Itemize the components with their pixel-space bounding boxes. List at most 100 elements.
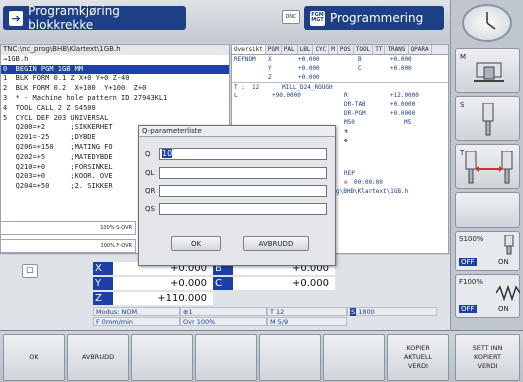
f-off-toggle[interactable]: OFF: [459, 305, 477, 313]
status-row-l: L +90.0000 R +12.0000: [232, 91, 448, 100]
ql-input[interactable]: [159, 167, 327, 179]
drtab-value: +0.0000: [390, 101, 416, 108]
softkey-empty-5[interactable]: [259, 334, 321, 381]
dialog-ok-button[interactable]: OK: [171, 236, 221, 251]
status-tab[interactable]: LBL: [298, 45, 314, 54]
m-function-softkey[interactable]: M: [455, 48, 520, 93]
status-tab[interactable]: PAL: [282, 45, 298, 54]
z-label: Z: [268, 74, 272, 81]
status-tab[interactable]: PGM: [266, 45, 282, 54]
program-line[interactable]: 5 CYCL DEF 203 UNIVERSAL: [1, 114, 229, 124]
tool-number-field: ⊕1: [180, 307, 267, 316]
spindle-small-icon: [504, 235, 514, 255]
status-row-y: Y +0.000 C +0.000: [232, 64, 448, 73]
status-tab[interactable]: CYC: [313, 45, 330, 54]
timer-value: 00:00:00: [354, 179, 383, 186]
status-row-drpgm: DR-PGM +0.0000: [232, 109, 448, 118]
qs-input[interactable]: [159, 203, 327, 215]
m50-label: M50: [344, 119, 355, 126]
softkey-paste-value[interactable]: SETT INN KOPIERT VERDI: [455, 334, 520, 381]
status-row-x: REFNOM X +0.000 B +0.000: [232, 55, 448, 64]
softkey-empty-3[interactable]: [131, 334, 193, 381]
status-tab[interactable]: QPARA: [409, 45, 432, 54]
status-tab[interactable]: Oversikt: [232, 45, 266, 54]
q-input[interactable]: 10: [159, 148, 327, 160]
softkey-empty-4[interactable]: [195, 334, 257, 381]
f-ovr-label: 100% F-OVR: [100, 243, 132, 249]
l-label: L: [234, 92, 238, 99]
status-row-z: Z +0.000: [232, 73, 448, 82]
feed-wave-icon: [496, 285, 520, 301]
s-on-toggle[interactable]: ON: [498, 258, 509, 266]
r-label: R: [344, 92, 348, 99]
mode-execution-button[interactable]: ➔ Programkjøring blokkrekke: [3, 4, 186, 32]
program-line[interactable]: 0 BEGIN PGM 1GB MM: [1, 64, 229, 75]
m-label: M: [460, 53, 467, 61]
clock-hands: [486, 12, 496, 30]
dialog-cancel-button[interactable]: AVBRUDD: [243, 236, 309, 251]
qr-input[interactable]: [159, 185, 327, 197]
status-tab[interactable]: TT: [373, 45, 386, 54]
q-parameter-dialog: Q-parameterliste Q 10 QL QR QS OK AVBRUD…: [138, 125, 336, 266]
program-line[interactable]: 3 * - Machine hole pattern ID 27943KL1: [1, 94, 229, 104]
feed-override-panel[interactable]: F100% OFF ON: [455, 274, 520, 318]
l-value: +90.0000: [272, 92, 301, 99]
s-function-softkey[interactable]: S: [455, 96, 520, 141]
t-function-softkey[interactable]: T: [455, 144, 520, 189]
position-display: ▢ X +0.000 B +0.000 Y +0.000 C +0.000 Z …: [0, 255, 450, 330]
s-ovr-bar: 100% S-OVR: [0, 221, 136, 235]
spindle-override-panel[interactable]: S100% OFF ON: [455, 231, 520, 271]
r-value: +12.0000: [390, 92, 419, 99]
t-field: T 12: [267, 307, 347, 316]
softkey-empty-6[interactable]: [323, 334, 385, 381]
program-line[interactable]: 1 BLK FORM 0.1 Z X+0 Y+0 Z-40: [1, 74, 229, 84]
b-value: +0.000: [390, 56, 412, 63]
m5-label: M5: [404, 119, 412, 126]
status-row-drtab: DR-TAB +0.0000: [232, 100, 448, 109]
softkey-bar: OK AVBRUDD KOPIER AKTUELL VERDI SETT INN…: [0, 330, 523, 382]
feed-field: F 0mm/min: [93, 317, 180, 326]
y-label: Y: [268, 65, 272, 72]
s-ovr-label: 100% S-OVR: [100, 225, 132, 231]
program-line[interactable]: 4 TOOL CALL 2 Z S4500: [1, 104, 229, 114]
axis-c-label: C: [213, 277, 233, 290]
status-tab[interactable]: TRANS: [385, 45, 409, 54]
axis-z-label: Z: [93, 292, 113, 305]
x-label: X: [268, 56, 272, 63]
f-on-toggle[interactable]: ON: [498, 305, 509, 313]
machine-icon: [474, 62, 504, 82]
ovr-field: Ovr 100%: [180, 317, 267, 326]
dnc-icon[interactable]: DNC: [282, 10, 300, 24]
spindle-icon: [482, 103, 494, 136]
axis-y-label: Y: [93, 277, 113, 290]
y-value: +0.000: [298, 65, 320, 72]
right-softkey-panel: M S T S100% OFF ON F100% OFF ON: [450, 0, 523, 330]
m-field: M 5/9: [267, 317, 347, 326]
window-toggle-icon[interactable]: ▢: [22, 264, 38, 278]
dnc-label: DNC: [285, 14, 297, 20]
c-label: C: [358, 65, 362, 72]
status-tab[interactable]: M: [329, 45, 338, 54]
program-line[interactable]: →1GB.h: [1, 55, 229, 65]
q-input-value: 10: [162, 149, 173, 158]
program-line[interactable]: 2 BLK FORM 0.2 X+100 Y+100 Z+0: [1, 84, 229, 94]
status-tab[interactable]: TOOL: [354, 45, 374, 54]
softkey-copy-value[interactable]: KOPIER AKTUELL VERDI: [387, 334, 449, 381]
f-ovr-bar: 100% F-OVR: [0, 239, 136, 253]
empty-softkey[interactable]: [455, 192, 520, 228]
axis-x-label: X: [93, 262, 113, 275]
softkey-ok[interactable]: OK: [3, 334, 65, 381]
ql-label: QL: [145, 169, 155, 177]
s-value: 1800: [358, 308, 375, 316]
programming-mode-icon: FGM MGT: [310, 10, 325, 26]
modus-field: Modus: NOM.: [93, 307, 180, 316]
clock-icon: [462, 4, 512, 42]
softkey-cancel[interactable]: AVBRUDD: [67, 334, 129, 381]
c-value: +0.000: [390, 65, 412, 72]
drpgm-value: +0.0000: [390, 110, 416, 117]
s-off-toggle[interactable]: OFF: [459, 258, 477, 266]
status-tab[interactable]: POS: [338, 45, 354, 54]
mode-programming-button[interactable]: FGM MGT Programmering: [304, 6, 444, 30]
header-bar: ➔ Programkjøring blokkrekke DNC FGM MGT …: [0, 0, 450, 42]
x-value: +0.000: [298, 56, 320, 63]
